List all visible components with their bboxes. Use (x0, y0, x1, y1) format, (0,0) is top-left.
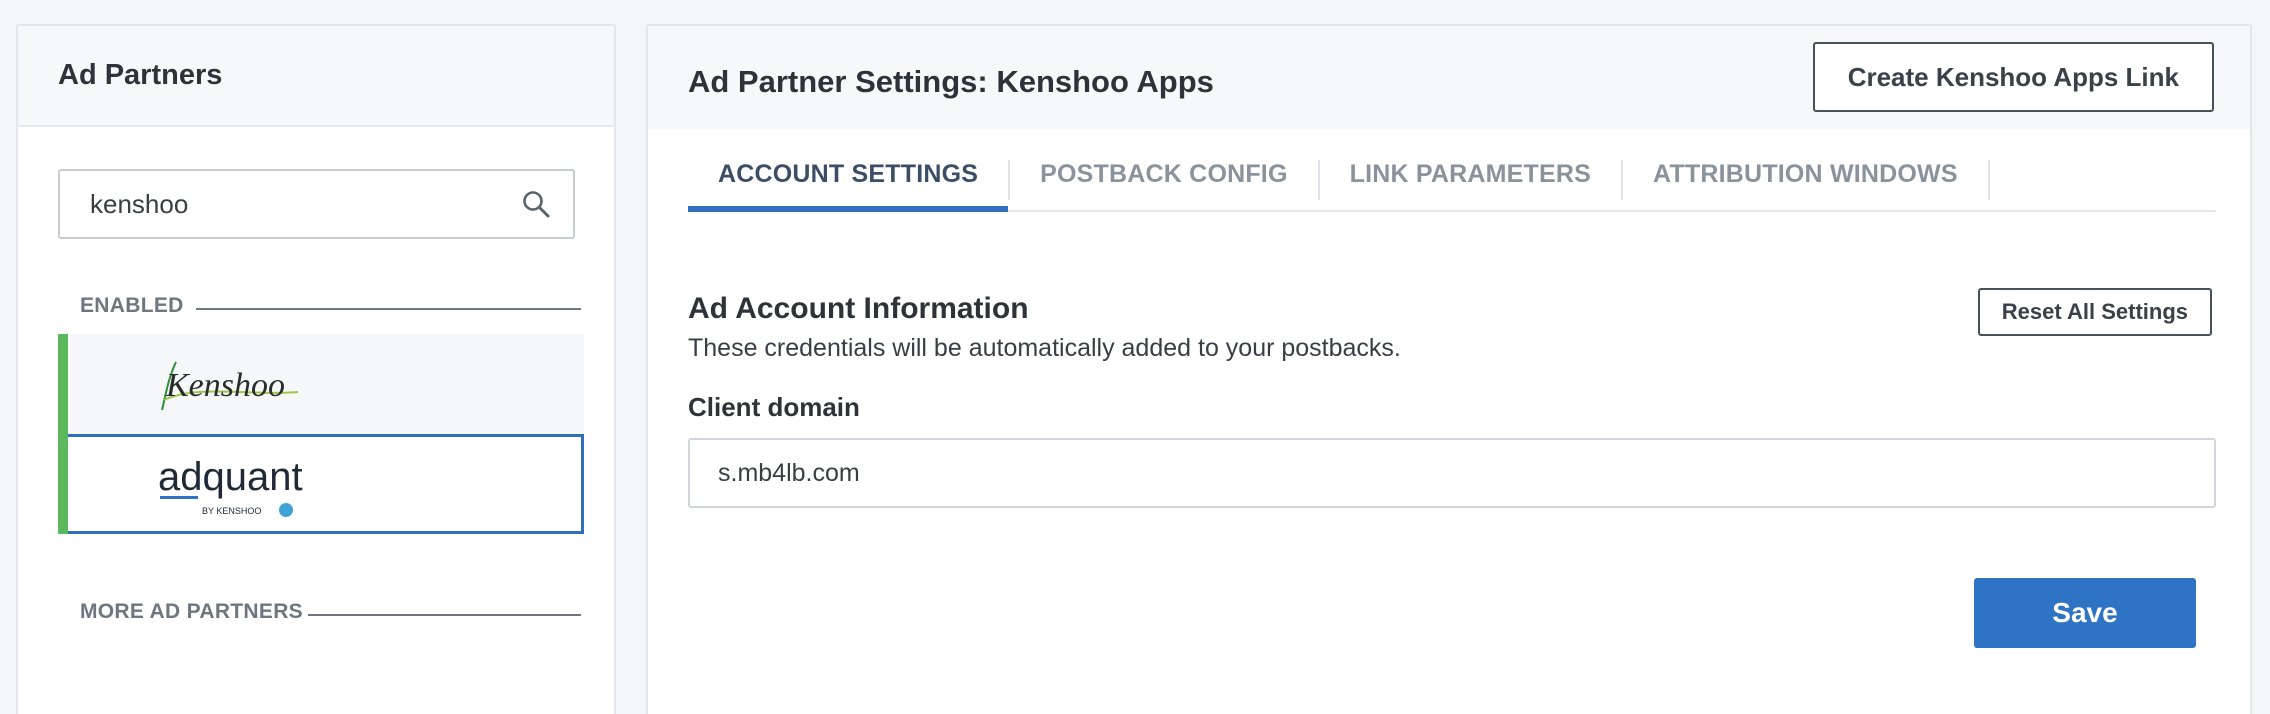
ad-partners-title: Ad Partners (58, 59, 223, 91)
kenshoo-logo: Kenshoo (158, 334, 308, 434)
client-domain-label: Client domain (688, 392, 860, 422)
svg-text:adquant: adquant (158, 455, 303, 499)
save-button[interactable]: Save (1974, 578, 2196, 648)
adquant-logo: adquant BY KENSHOO (158, 437, 308, 531)
settings-header: Ad Partner Settings: Kenshoo Apps Create… (648, 26, 2250, 129)
tab-postback-config[interactable]: POSTBACK CONFIG (1010, 154, 1317, 210)
enabled-section-label: ENABLED (80, 294, 184, 317)
create-link-button[interactable]: Create Kenshoo Apps Link (1812, 42, 2214, 112)
settings-tabs: ACCOUNT SETTINGS POSTBACK CONFIG LINK PA… (688, 154, 2216, 212)
partner-card-adquant[interactable]: adquant BY KENSHOO (58, 434, 584, 534)
enabled-indicator (58, 334, 68, 434)
ad-partner-settings-panel: Ad Partner Settings: Kenshoo Apps Create… (646, 24, 2252, 714)
svg-text:Kenshoo: Kenshoo (165, 367, 285, 404)
enabled-divider (196, 308, 581, 310)
partner-search-input[interactable] (90, 188, 521, 220)
search-icon[interactable] (521, 189, 551, 219)
reset-all-settings-button[interactable]: Reset All Settings (1977, 288, 2212, 336)
client-domain-input[interactable] (688, 438, 2216, 508)
more-partners-section-label: MORE AD PARTNERS (80, 600, 303, 623)
ad-account-info-title: Ad Account Information (688, 292, 1029, 325)
ad-partners-header: Ad Partners (18, 26, 614, 127)
tab-account-settings[interactable]: ACCOUNT SETTINGS (688, 154, 1009, 212)
partner-search-box[interactable] (58, 169, 575, 239)
tab-link-parameters[interactable]: LINK PARAMETERS (1320, 154, 1621, 210)
svg-text:BY KENSHOO: BY KENSHOO (202, 506, 261, 516)
ad-account-info-description: These credentials will be automatically … (688, 334, 1401, 362)
more-partners-divider (308, 614, 581, 616)
partner-card-kenshoo[interactable]: Kenshoo (58, 334, 584, 434)
tab-attribution-windows[interactable]: ATTRIBUTION WINDOWS (1623, 154, 1988, 210)
ad-partners-panel: Ad Partners ENABLED Kenshoo adquant (16, 24, 616, 714)
enabled-indicator (58, 434, 68, 534)
settings-title: Ad Partner Settings: Kenshoo Apps (688, 64, 1214, 99)
tab-separator (1987, 160, 1990, 200)
